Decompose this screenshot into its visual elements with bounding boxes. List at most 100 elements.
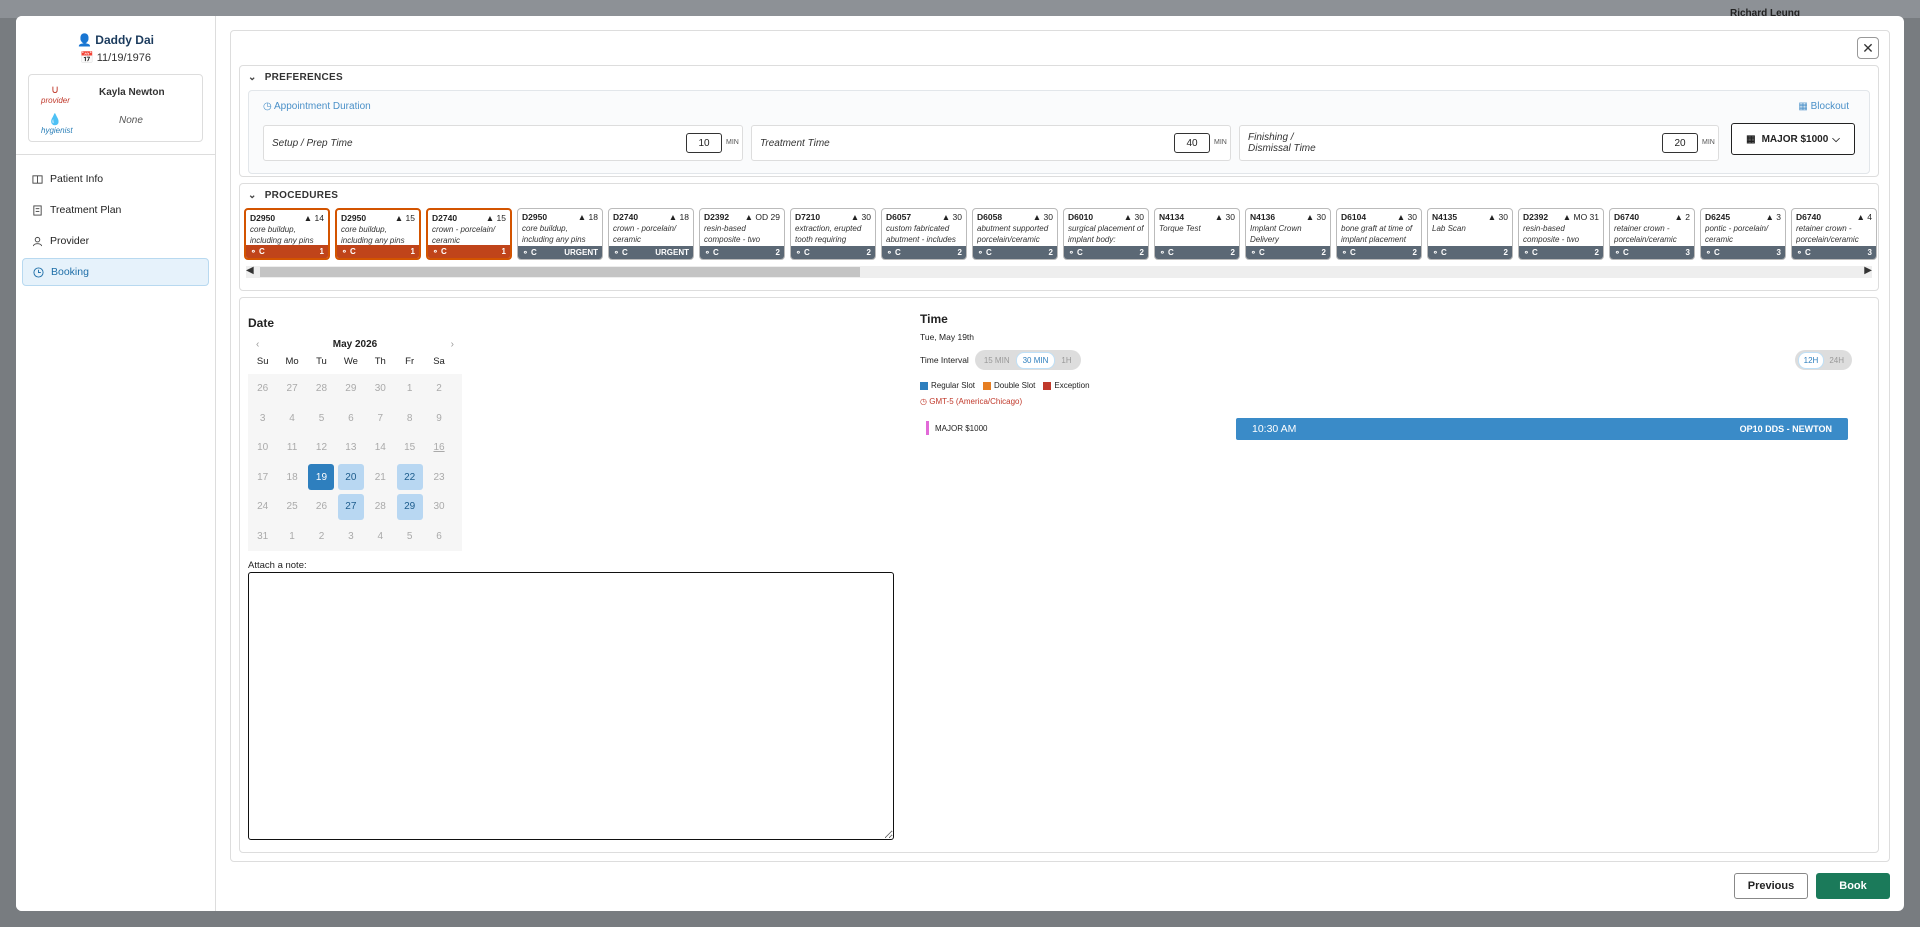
- tag-icon: ⚬: [1341, 248, 1350, 257]
- blockout-link[interactable]: ▦ Blockout: [1798, 101, 1849, 112]
- next-month-icon[interactable]: ›: [451, 339, 454, 350]
- procedure-card[interactable]: D6058 ▲ 30 abutment supported porcelain/ce…: [972, 208, 1058, 260]
- prev-month-icon[interactable]: ‹: [256, 339, 259, 350]
- calendar-day-number: 1: [406, 383, 413, 395]
- calendar-day: 3: [248, 404, 277, 434]
- calendar-day: 2: [424, 374, 453, 404]
- calendar-day: 11: [277, 433, 306, 463]
- status-right: URGENT: [564, 248, 598, 257]
- tooth-icon: ▲: [1032, 212, 1044, 222]
- interval-option[interactable]: 30 MIN: [1015, 351, 1056, 369]
- book-button[interactable]: Book: [1816, 873, 1890, 899]
- procedure-card[interactable]: N4135 ▲ 30 Lab Scan ⚬ C 2: [1427, 208, 1513, 260]
- calendar-day-number: 12: [315, 442, 328, 454]
- calendar-weekdays: Su Mo Tu We Th Fr Sa: [248, 356, 462, 370]
- interval-option[interactable]: 1H: [1055, 353, 1077, 368]
- calendar-day-number: 29: [345, 383, 357, 395]
- patient-dob-row: 📅 11/19/1976: [16, 51, 215, 64]
- interval-option[interactable]: 15 MIN: [978, 353, 1016, 368]
- note-textarea[interactable]: [248, 572, 894, 840]
- status-left: ⚬ C: [795, 248, 810, 257]
- sidebar-item-booking[interactable]: Booking: [22, 258, 209, 286]
- tooth-number-value: 30: [1316, 212, 1326, 222]
- tooth-icon: ▲: [1562, 212, 1574, 222]
- time-slot[interactable]: 10:30 AM OP10 DDS - NEWTON: [1236, 418, 1848, 440]
- calendar-day: 1: [277, 522, 306, 552]
- calendar-day-number: 20: [337, 464, 364, 491]
- calendar-icon: 📅: [79, 52, 94, 64]
- scroll-right-icon[interactable]: ▶: [1864, 265, 1872, 276]
- provider-name: Kayla Newton: [99, 87, 165, 98]
- status-code: C: [1349, 248, 1356, 257]
- calendar-day[interactable]: 29: [395, 492, 424, 522]
- procedure-card[interactable]: D2392 ▲ MO 31 resin-based composite - two ⚬…: [1518, 208, 1604, 260]
- calendar-day: 28: [366, 492, 395, 522]
- calendar-day: 18: [277, 463, 306, 493]
- tag-icon: ⚬: [1250, 248, 1259, 257]
- status-right: 3: [1685, 248, 1690, 257]
- tag-icon: ⚬: [1432, 248, 1441, 257]
- procedure-description: core buildup, including any pins: [250, 225, 314, 245]
- major-dropdown-label: MAJOR $1000: [1761, 133, 1829, 145]
- scroll-left-icon[interactable]: ◀: [246, 265, 254, 276]
- appointment-duration: ◷ Appointment Duration: [263, 101, 371, 112]
- previous-button[interactable]: Previous: [1734, 873, 1808, 899]
- format-option[interactable]: 12H: [1797, 351, 1825, 369]
- sidebar-item-patient-info[interactable]: Patient Info: [22, 165, 209, 193]
- major-dropdown-button[interactable]: ▦ MAJOR $1000 ⌵: [1731, 123, 1855, 155]
- lane-label: MAJOR $1000: [926, 421, 987, 435]
- procedure-card[interactable]: D6057 ▲ 30 custom fabricated abutment - in…: [881, 208, 967, 260]
- procedure-description: custom fabricated abutment - includes: [886, 224, 956, 244]
- procedure-card[interactable]: D6245 ▲ 3 pontic - porcelain/ ceramic ⚬ C 3: [1700, 208, 1786, 260]
- status-left: ⚬ C: [1705, 248, 1720, 257]
- sidebar-item-label: Patient Info: [50, 173, 104, 185]
- close-button[interactable]: ✕: [1857, 37, 1879, 59]
- treatment-time-input[interactable]: 40: [1174, 133, 1210, 153]
- procedure-card[interactable]: D6104 ▲ 30 bone graft at time of implant p…: [1336, 208, 1422, 260]
- calendar-day-number: 2: [436, 383, 442, 395]
- setup-time-input[interactable]: 10: [686, 133, 722, 153]
- sidebar-item-treatment-plan[interactable]: Treatment Plan: [22, 196, 209, 224]
- procedure-card[interactable]: N4134 ▲ 30 Torque Test ⚬ C 2: [1154, 208, 1240, 260]
- scrollbar-thumb[interactable]: [260, 267, 860, 277]
- calendar-day[interactable]: 22: [395, 463, 424, 493]
- weekday-label: Su: [256, 356, 269, 367]
- procedure-card[interactable]: D6010 ▲ 30 surgical placement of implant b…: [1063, 208, 1149, 260]
- tooth-number: ▲ 2: [1674, 212, 1690, 222]
- procedure-card[interactable]: N4136 ▲ 30 Implant Crown Delivery ⚬ C 2: [1245, 208, 1331, 260]
- procedure-card[interactable]: D2740 ▲ 15 crown - porcelain/ ceramic ⚬ C1: [426, 208, 512, 260]
- calendar-day: 17: [248, 463, 277, 493]
- procedure-card[interactable]: D2950 ▲ 15 core buildup, including any pin…: [335, 208, 421, 260]
- treatment-time-field: Treatment Time 40 MIN: [751, 125, 1231, 161]
- procedure-status-bar: ⚬ C 2: [700, 246, 784, 259]
- calendar-day-number: 17: [257, 471, 269, 483]
- procedure-card[interactable]: D7210 ▲ 30 extraction, erupted tooth requi…: [790, 208, 876, 260]
- calendar-grid-icon: ▦: [1746, 133, 1756, 145]
- tooth-icon: ▲: [1765, 212, 1777, 222]
- procedure-card[interactable]: D2392 ▲ OD 29 resin-based composite - two ⚬…: [699, 208, 785, 260]
- procedure-card[interactable]: D2950 ▲ 14 core buildup, including any pin…: [244, 208, 330, 260]
- calendar-day-number: 8: [406, 412, 413, 424]
- tooth-number: ▲ 30: [851, 212, 871, 222]
- finishing-time-input[interactable]: 20: [1662, 133, 1698, 153]
- preferences-header[interactable]: ⌄ PREFERENCES: [240, 66, 1878, 88]
- date-header: Date: [248, 316, 275, 330]
- selected-date: Tue, May 19th: [920, 332, 975, 342]
- calendar-day: 5: [307, 404, 336, 434]
- tooth-number: ▲ 18: [669, 212, 689, 222]
- procedure-card[interactable]: D6740 ▲ 4 retainer crown - porcelain/ceram…: [1791, 208, 1877, 260]
- calendar-day[interactable]: 27: [336, 492, 365, 522]
- procedures-header[interactable]: ⌄ PROCEDURES: [240, 184, 1878, 206]
- sidebar-item-provider[interactable]: Provider: [22, 227, 209, 255]
- calendar-day[interactable]: 19: [307, 463, 336, 493]
- tooth-icon: ▲: [1674, 212, 1686, 222]
- procedure-code: D6104: [1341, 212, 1367, 222]
- format-option[interactable]: 24H: [1824, 353, 1849, 368]
- chevron-down-icon: ⌄: [248, 71, 257, 83]
- procedure-card[interactable]: D2950 ▲ 18 core buildup, including any pin…: [517, 208, 603, 260]
- procedure-card[interactable]: D6740 ▲ 2 retainer crown - porcelain/ceram…: [1609, 208, 1695, 260]
- procedures-scrollbar[interactable]: ◀ ▶: [246, 265, 1872, 278]
- procedure-card[interactable]: D2740 ▲ 18 crown - porcelain/ ceramic ⚬ C UR…: [608, 208, 694, 260]
- calendar-day[interactable]: 20: [336, 463, 365, 493]
- finishing-time-label-line2: Dismissal Time: [1248, 143, 1316, 154]
